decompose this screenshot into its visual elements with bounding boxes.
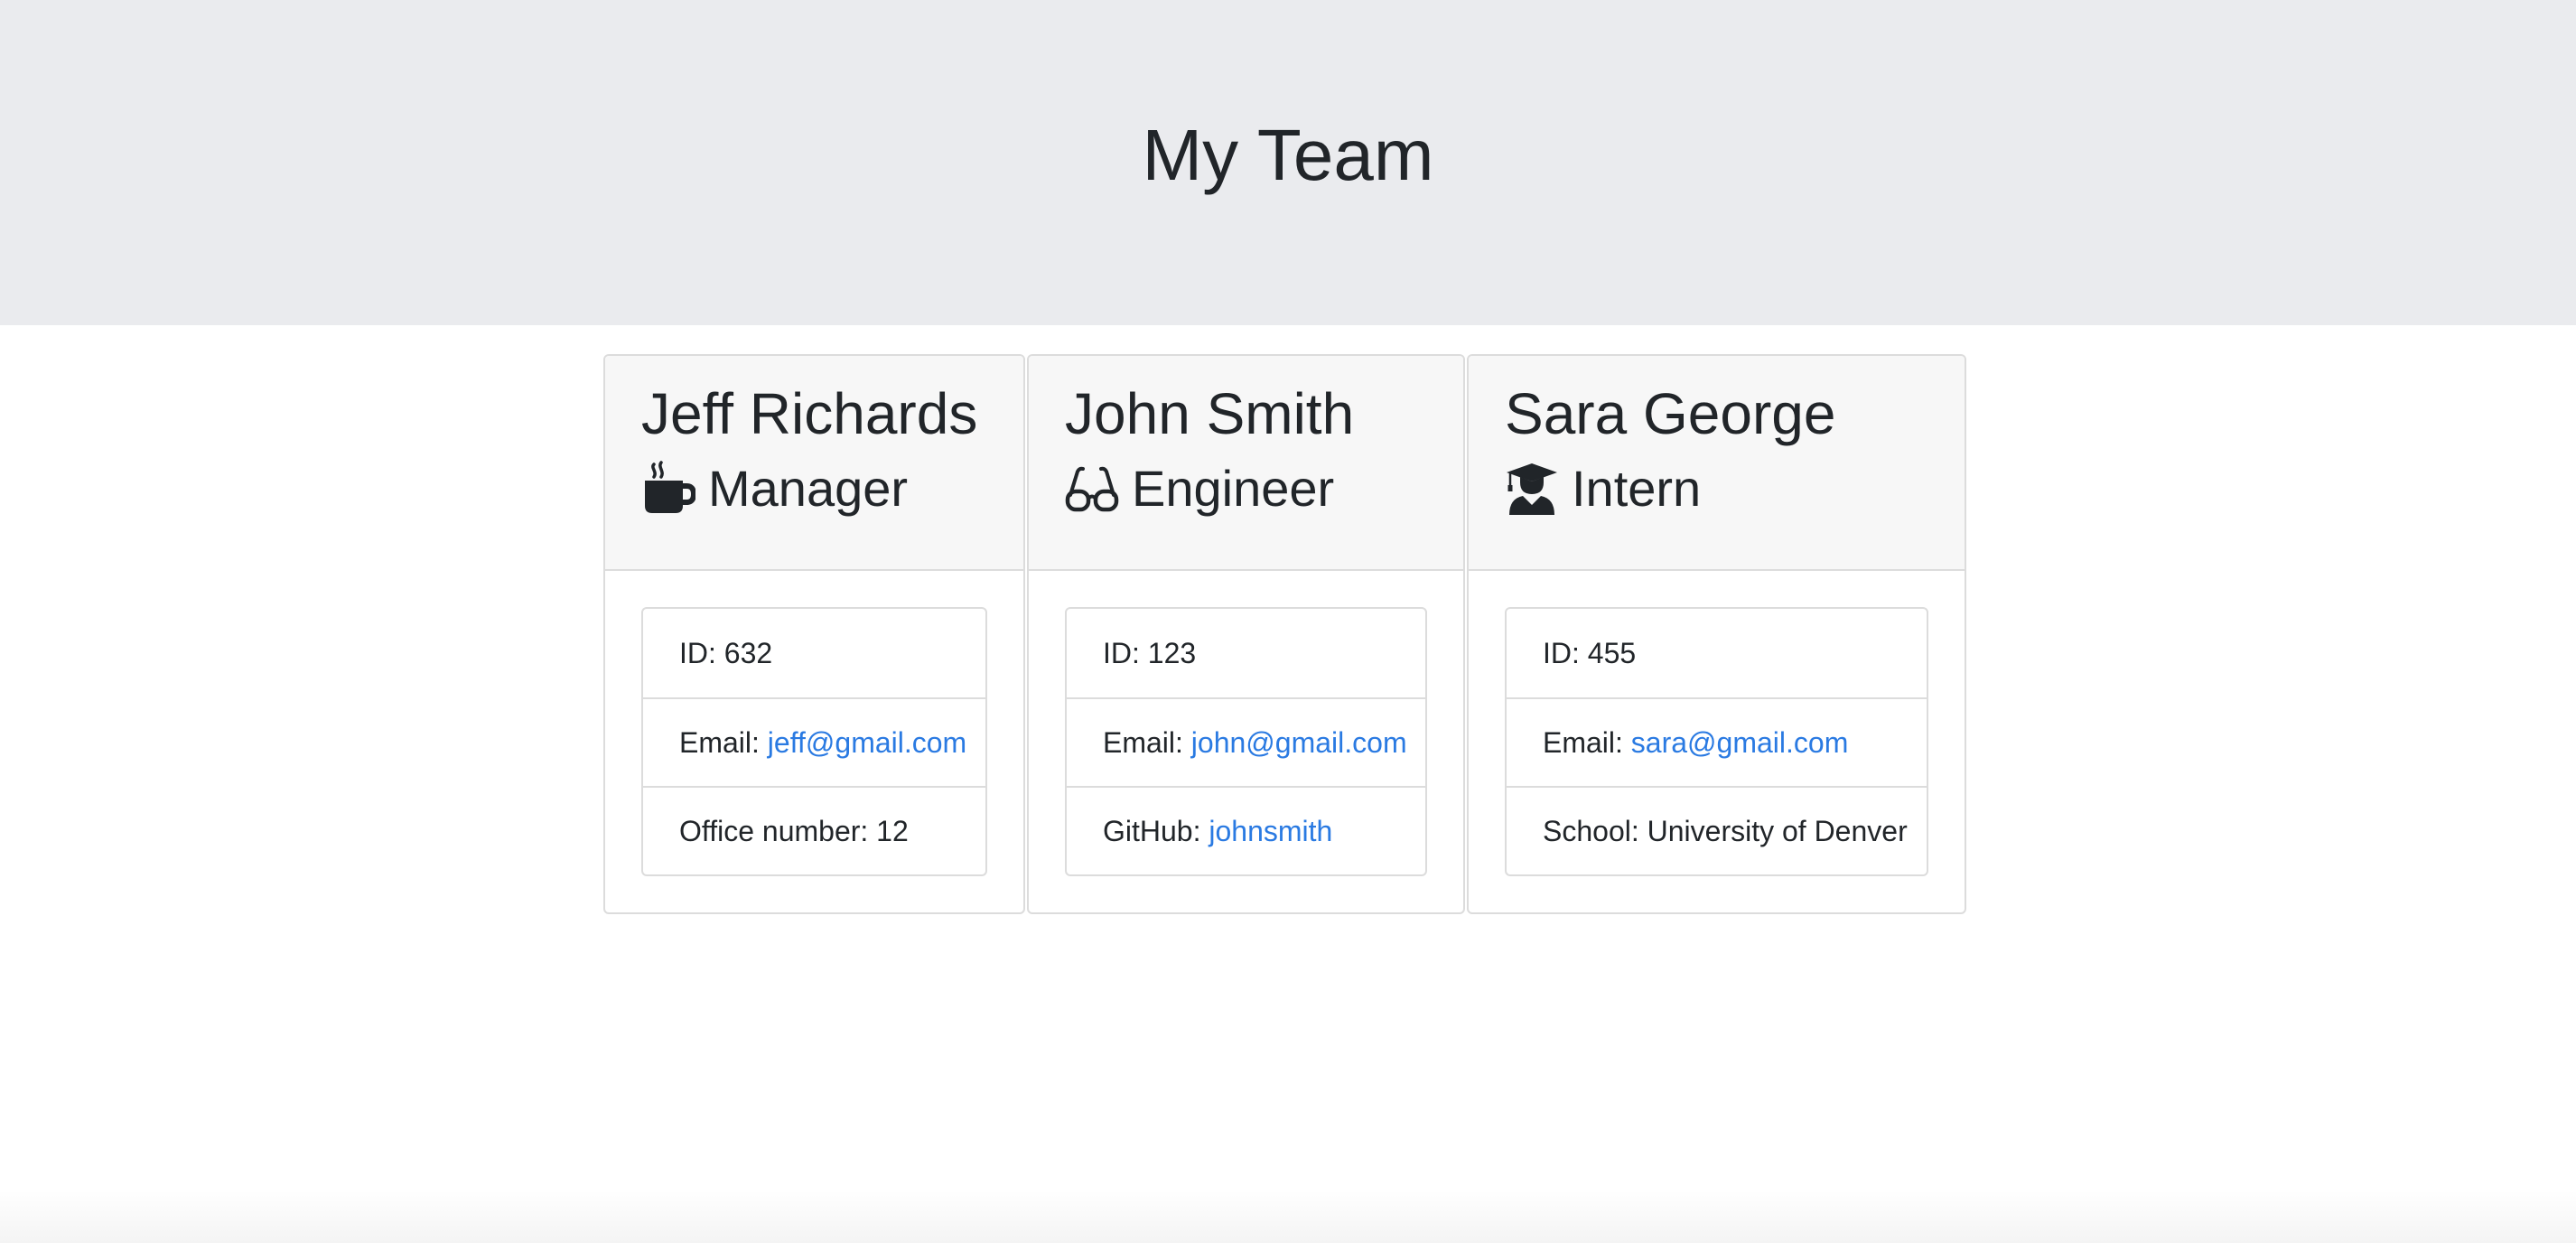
id-label: ID: <box>1103 636 1140 669</box>
coffee-mug-icon <box>641 461 695 515</box>
bottom-shade <box>0 1189 2576 1243</box>
id-item: ID: 123 <box>1067 609 1425 697</box>
employee-role: Manager <box>641 458 1023 519</box>
card-body: ID: 123 Email: john@gmail.com GitHub: jo… <box>1029 571 1463 912</box>
id-value: 632 <box>723 636 773 669</box>
page-title: My Team <box>1142 114 1434 195</box>
glasses-icon <box>1065 461 1119 515</box>
employee-role: Intern <box>1505 458 1965 519</box>
github-label: GitHub: <box>1103 814 1201 847</box>
email-link[interactable]: sara@gmail.com <box>1631 726 1849 760</box>
employee-card-manager: Jeff Richards Manager ID: 632 Email: jef… <box>603 354 1025 914</box>
employee-card-intern: Sara George Intern ID: 455 Email: sara@g… <box>1467 354 1966 914</box>
email-item: Email: sara@gmail.com <box>1507 697 1927 786</box>
card-header: John Smith Engineer <box>1029 356 1463 571</box>
id-item: ID: 632 <box>643 609 985 697</box>
info-list: ID: 455 Email: sara@gmail.com School: Un… <box>1505 607 1928 876</box>
role-label: Intern <box>1572 459 1702 517</box>
role-label: Engineer <box>1132 459 1335 517</box>
graduate-icon <box>1505 461 1559 516</box>
card-body: ID: 632 Email: jeff@gmail.com Office num… <box>605 571 1023 912</box>
card-body: ID: 455 Email: sara@gmail.com School: Un… <box>1469 571 1965 912</box>
email-item: Email: john@gmail.com <box>1067 697 1425 786</box>
id-value: 123 <box>1147 636 1197 669</box>
office-number-value: 12 <box>876 814 909 847</box>
role-label: Manager <box>708 459 909 517</box>
employee-name: John Smith <box>1065 381 1355 446</box>
card-header: Jeff Richards Manager <box>605 356 1023 571</box>
office-number-label: Office number: <box>679 814 869 847</box>
email-label: Email: <box>1103 725 1183 759</box>
id-value: 455 <box>1587 636 1637 669</box>
github-link[interactable]: johnsmith <box>1209 815 1332 848</box>
employee-name: Jeff Richards <box>641 381 978 446</box>
email-link[interactable]: jeff@gmail.com <box>768 726 966 760</box>
employee-name: Sara George <box>1505 381 1836 446</box>
email-label: Email: <box>1543 725 1623 759</box>
school-item: School: University of Denver <box>1507 786 1927 874</box>
office-number-item: Office number: 12 <box>643 786 985 874</box>
card-header: Sara George Intern <box>1469 356 1965 571</box>
github-item: GitHub: johnsmith <box>1067 786 1425 874</box>
employee-role: Engineer <box>1065 458 1463 519</box>
email-item: Email: jeff@gmail.com <box>643 697 985 786</box>
email-label: Email: <box>679 725 760 759</box>
employee-card-engineer: John Smith Engineer ID: 123 Email: john@… <box>1027 354 1465 914</box>
info-list: ID: 632 Email: jeff@gmail.com Office num… <box>641 607 987 876</box>
info-list: ID: 123 Email: john@gmail.com GitHub: jo… <box>1065 607 1427 876</box>
email-link[interactable]: john@gmail.com <box>1191 726 1407 760</box>
school-value: University of Denver <box>1647 814 1908 847</box>
header-jumbotron: My Team <box>0 0 2576 325</box>
id-label: ID: <box>679 636 716 669</box>
id-label: ID: <box>1543 636 1580 669</box>
school-label: School: <box>1543 814 1639 847</box>
team-cards: Jeff Richards Manager ID: 632 Email: jef… <box>603 354 1966 914</box>
id-item: ID: 455 <box>1507 609 1927 697</box>
